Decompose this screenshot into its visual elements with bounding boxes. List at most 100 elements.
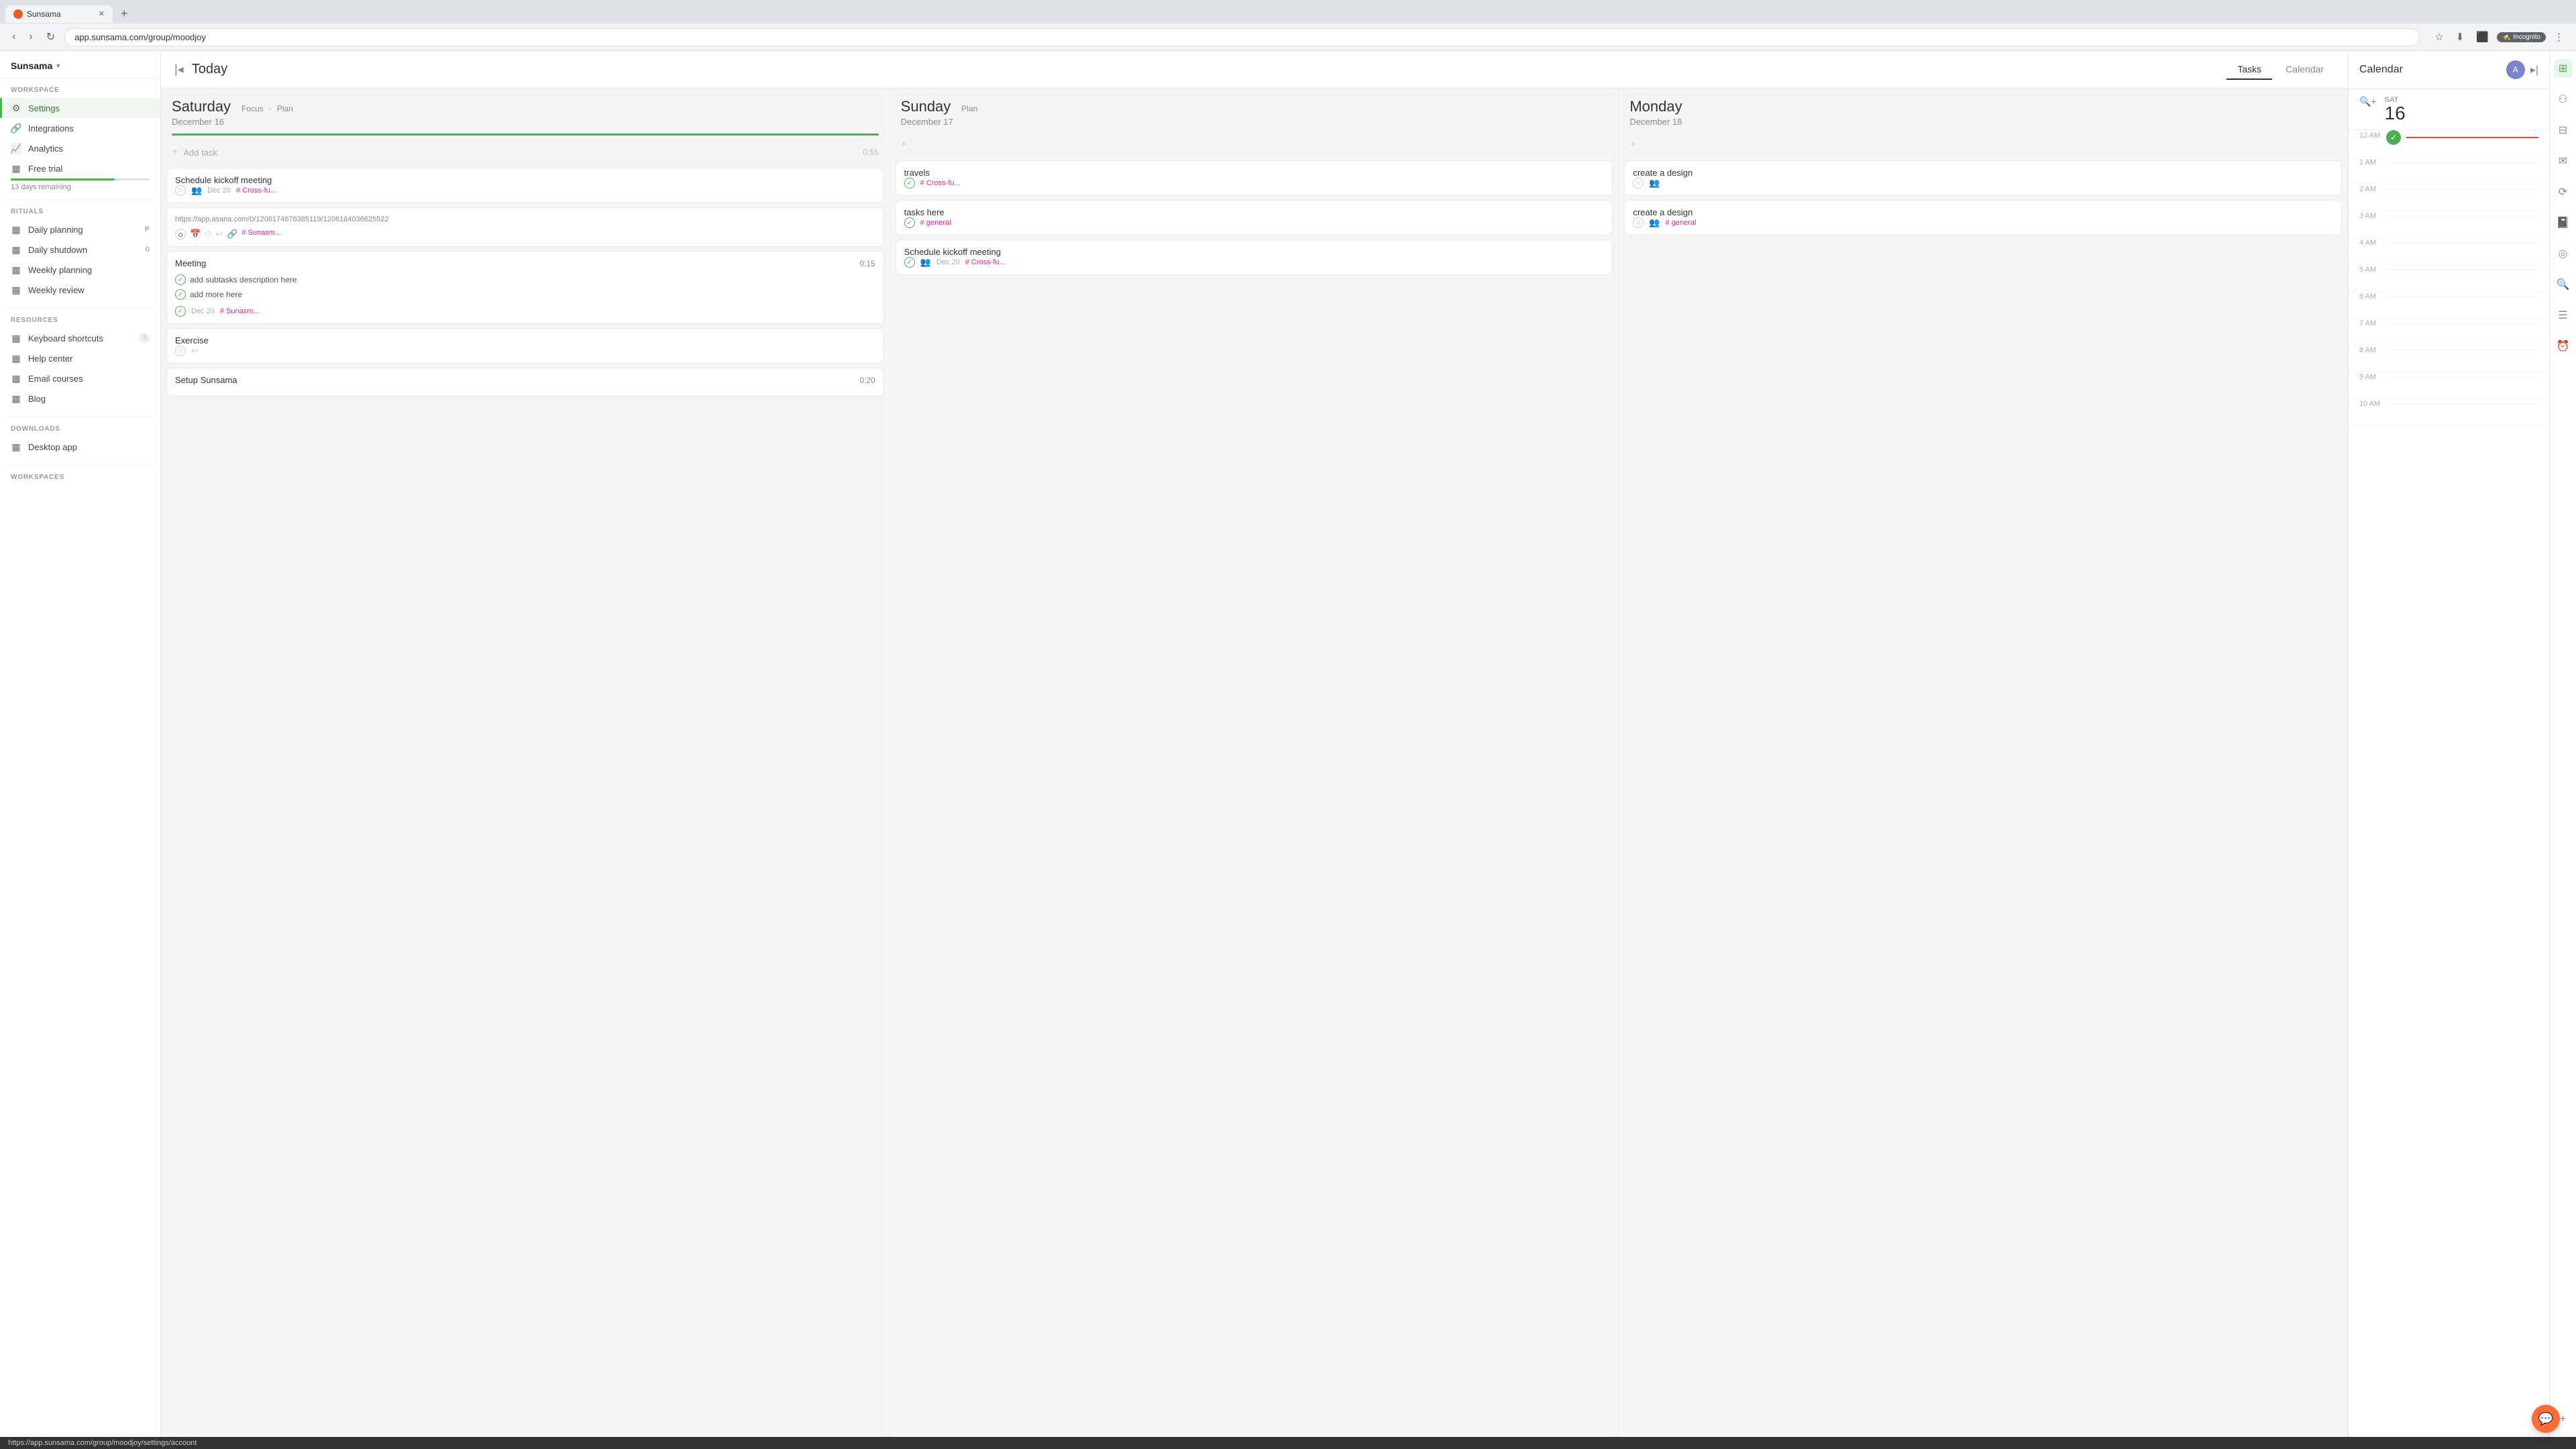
sidebar-item-keyboard-shortcuts[interactable]: ▦ Keyboard shortcuts ?	[0, 328, 160, 348]
task-tag: # Cross-fu...	[236, 186, 276, 195]
sunday-kickoff-check[interactable]: ✓	[904, 257, 915, 268]
integrations-icon: 🔗	[11, 123, 21, 133]
sidebar-item-integrations[interactable]: 🔗 Integrations	[0, 118, 160, 138]
task-title-schedule-kickoff: Schedule kickoff meeting	[175, 175, 875, 185]
nodes-icon[interactable]: ⚇	[2554, 90, 2573, 109]
zoom-in-button[interactable]: 🔍+	[2359, 96, 2377, 107]
forward-button[interactable]: ›	[25, 28, 36, 46]
time-row-1am: 1 AM	[2349, 157, 2549, 184]
sidebar-item-daily-planning[interactable]: ▦ Daily planning P	[0, 219, 160, 239]
sunday-add-task[interactable]: +	[896, 133, 1613, 156]
monday-people2-icon: 👥	[1649, 217, 1660, 228]
task-card-monday-design1[interactable]: create a design ○ 👥	[1624, 160, 2342, 196]
saturday-focus-link[interactable]: Focus	[241, 104, 264, 113]
exercise-check[interactable]: ○	[175, 345, 186, 356]
calendar-toggle-button[interactable]: ▸|	[2530, 63, 2538, 76]
top-bar: |◂ Today Tasks Calendar	[161, 51, 2348, 89]
cal-date-info: SAT 16	[2385, 96, 2406, 123]
time-row-9am: 9 AM	[2349, 372, 2549, 398]
sidebar-item-help-center[interactable]: ▦ Help center	[0, 348, 160, 368]
menu-button[interactable]: ⋮	[2550, 28, 2568, 46]
monday-design1-check[interactable]: ○	[1633, 178, 1644, 189]
tab-bar: Sunsama ✕ +	[0, 0, 2576, 23]
progress-bar	[11, 178, 150, 180]
subtask-label-1: add subtasks description here	[190, 275, 297, 284]
task-card-schedule-kickoff[interactable]: Schedule kickoff meeting ○ 👥 Dec 20 # Cr…	[166, 168, 884, 203]
table-icon[interactable]: ⊟	[2554, 121, 2573, 140]
task-card-setup[interactable]: Setup Sunsama 0:20	[166, 368, 884, 396]
subtask-check-1[interactable]: ✓	[175, 274, 186, 285]
back-nav-button[interactable]: |◂	[174, 62, 184, 76]
saturday-date: December 16	[172, 117, 879, 127]
meeting-header: Meeting 0:15	[175, 258, 875, 268]
time-label-5am: 5 AM	[2359, 264, 2386, 274]
subtask-check-2[interactable]: ✓	[175, 289, 186, 300]
sidebar-item-desktop-app[interactable]: ▦ Desktop app	[0, 437, 160, 457]
free-trial-label: Free trial	[28, 164, 150, 174]
notebook-icon[interactable]: 📓	[2554, 213, 2573, 232]
sidebar-item-daily-shutdown[interactable]: ▦ Daily shutdown 0	[0, 239, 160, 260]
tasks-here-check[interactable]: ✓	[904, 217, 915, 228]
weekly-planning-label: Weekly planning	[28, 265, 150, 275]
time-label-12am: 12 AM	[2359, 130, 2386, 140]
sunday-kickoff-date: Dec 20	[936, 258, 960, 266]
calendar-icon: 📅	[190, 229, 201, 239]
task-check-icon[interactable]: ○	[175, 185, 186, 196]
sunday-column: Sunday Plan December 17 + travels ✓	[890, 89, 1619, 1437]
monday-design2-check[interactable]: ○	[1633, 217, 1644, 228]
sidebar-item-settings[interactable]: ⚙ Settings	[0, 98, 160, 118]
tab-close-button[interactable]: ✕	[99, 9, 105, 18]
main-content: |◂ Today Tasks Calendar Saturday Focus ·…	[161, 51, 2348, 1437]
sidebar-item-weekly-review[interactable]: ▦ Weekly review	[0, 280, 160, 300]
target-icon[interactable]: ◎	[2554, 244, 2573, 263]
sidebar-item-analytics[interactable]: 📈 Analytics	[0, 138, 160, 158]
sidebar-item-blog[interactable]: ▦ Blog	[0, 388, 160, 409]
sidebar-item-free-trial[interactable]: ▦ Free trial	[0, 158, 160, 178]
time-line-3am	[2386, 216, 2538, 217]
time-row-12am: 12 AM ✓	[2349, 130, 2549, 157]
address-bar[interactable]: app.sunsama.com/group/moodjoy	[64, 28, 2420, 46]
exercise-title: Exercise	[175, 335, 875, 345]
sunday-plan-link[interactable]: Plan	[961, 104, 977, 113]
back-button[interactable]: ‹	[8, 28, 19, 46]
new-tab-button[interactable]: +	[115, 4, 133, 23]
mail-icon[interactable]: ✉	[2554, 152, 2573, 170]
saturday-plan-link[interactable]: Plan	[277, 104, 293, 113]
extensions-button[interactable]: ⬛	[2472, 28, 2493, 46]
time-line-4am	[2386, 243, 2538, 244]
tasks-tab[interactable]: Tasks	[2226, 60, 2272, 80]
plus-icon: +	[172, 146, 178, 158]
chat-bubble[interactable]: 💬	[2532, 1405, 2560, 1433]
meeting-check[interactable]: ✓	[175, 306, 186, 317]
monday-add-task[interactable]: +	[1624, 133, 2342, 156]
task-card-monday-design2[interactable]: create a design ○ 👥 # general	[1624, 200, 2342, 235]
sidebar-item-weekly-planning[interactable]: ▦ Weekly planning	[0, 260, 160, 280]
task-card-travels[interactable]: travels ✓ # Cross-fu...	[896, 160, 1613, 196]
bookmark-button[interactable]: ☆	[2430, 28, 2447, 46]
grid-icon[interactable]: ⊞	[2554, 59, 2573, 78]
task-card-meeting[interactable]: Meeting 0:15 ✓ add subtasks description …	[166, 251, 884, 324]
active-tab[interactable]: Sunsama ✕	[5, 5, 113, 23]
travels-check[interactable]: ✓	[904, 178, 915, 189]
reload-button[interactable]: ↻	[42, 28, 59, 46]
task-card-url[interactable]: https://app.asana.com/0/1206174676385119…	[166, 207, 884, 247]
task-card-sunday-kickoff[interactable]: Schedule kickoff meeting ✓ 👥 Dec 20 # Cr…	[896, 239, 1613, 275]
download-button[interactable]: ⬇	[2452, 28, 2469, 46]
search-icon[interactable]: 🔍	[2554, 275, 2573, 294]
calendar-tab[interactable]: Calendar	[2275, 60, 2334, 80]
refresh-icon[interactable]: ⟳	[2554, 182, 2573, 201]
time-label-7am: 7 AM	[2359, 318, 2386, 327]
task-card-tasks-here[interactable]: tasks here ✓ # general	[896, 200, 1613, 235]
task-card-exercise[interactable]: Exercise ○ ↩	[166, 328, 884, 364]
timer-icon[interactable]: ⏰	[2554, 337, 2573, 356]
blog-label: Blog	[28, 394, 150, 404]
saturday-add-task[interactable]: + Add task 0:55	[166, 141, 884, 164]
subtask-2: ✓ add more here	[175, 287, 875, 302]
sidebar-header[interactable]: Sunsama ▾	[0, 51, 160, 78]
list-icon[interactable]: ☰	[2554, 306, 2573, 325]
check-icon[interactable]: ○	[175, 229, 186, 239]
sidebar-item-email-courses[interactable]: ▦ Email courses	[0, 368, 160, 388]
time-label-8am: 8 AM	[2359, 345, 2386, 354]
exercise-meta: ○ ↩	[175, 345, 875, 356]
time-row-3am: 3 AM	[2349, 211, 2549, 237]
